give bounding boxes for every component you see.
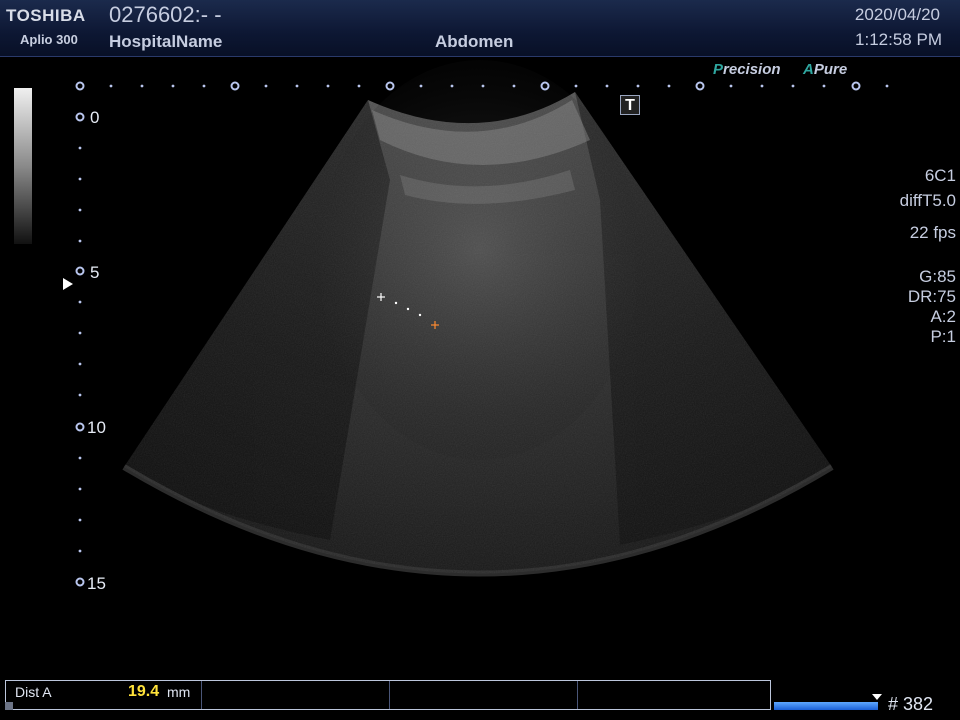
dynamic-range-value: DR:75 <box>907 287 956 306</box>
precision-logo: Precision <box>713 61 781 78</box>
measurement-cell-empty <box>202 681 390 709</box>
orientation-marker: T <box>620 95 640 115</box>
ultrasound-image <box>75 60 889 587</box>
apure-logo: APure <box>803 61 848 78</box>
measurement-table: Dist A 19.4 mm <box>5 680 771 710</box>
measurement-cell-empty <box>390 681 578 709</box>
frame-rate: 22 fps <box>909 223 956 242</box>
measurement-label: Dist A <box>15 684 52 700</box>
focus-marker-icon <box>63 278 73 290</box>
depth-scale-dots <box>78 146 82 553</box>
cine-progress-bar[interactable] <box>774 702 878 710</box>
measurement-cell: Dist A 19.4 mm <box>6 681 202 709</box>
measurement-unit: mm <box>167 684 191 700</box>
depth-label-15: 15 <box>87 574 106 593</box>
frame-counter: # 382 <box>888 694 934 714</box>
status-square-icon <box>5 702 13 710</box>
measurement-value: 19.4 <box>128 683 160 700</box>
a-value: A:2 <box>930 307 956 326</box>
depth-label-10: 10 <box>87 418 106 437</box>
depth-label-5: 5 <box>90 263 100 282</box>
p-value: P:1 <box>930 327 956 346</box>
imaging-mode: diffT5.0 <box>899 191 956 210</box>
cine-position-marker-icon[interactable] <box>872 694 882 700</box>
probe-type: 6C1 <box>924 166 956 185</box>
depth-scale-markers <box>75 112 85 587</box>
measurement-cell-empty <box>578 681 770 709</box>
gain-value: G:85 <box>919 267 956 286</box>
depth-label-0: 0 <box>90 108 100 127</box>
